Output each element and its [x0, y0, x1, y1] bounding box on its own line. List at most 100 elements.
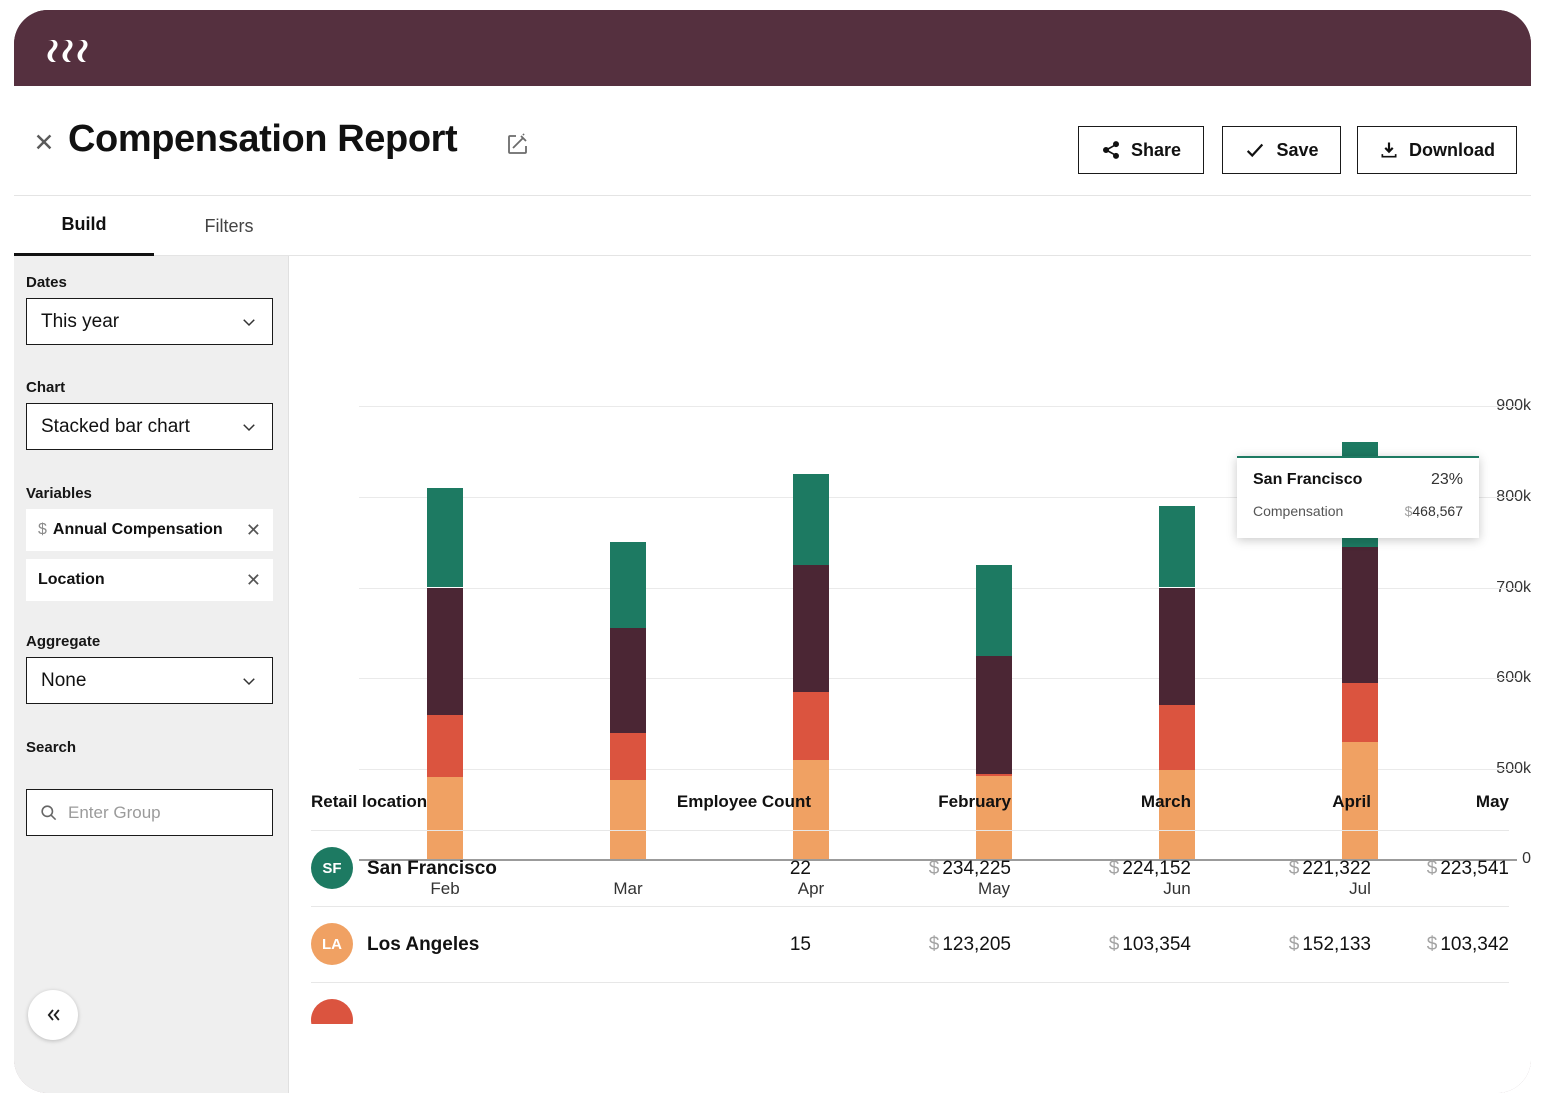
chart-type-value: Stacked bar chart: [41, 416, 190, 438]
app-top-bar: [14, 10, 1531, 86]
download-icon: [1379, 140, 1399, 160]
table-row[interactable]: SFSan Francisco22$234,225$224,152$221,32…: [311, 830, 1509, 906]
tab-filters[interactable]: Filters: [169, 196, 289, 256]
chart-bar-segment[interactable]: [793, 565, 829, 692]
chart-bar[interactable]: [793, 256, 829, 859]
data-table: Retail location Employee Count February Mar…: [311, 776, 1509, 1024]
chart-bar[interactable]: [976, 256, 1012, 859]
chart-tooltip: San Francisco 23% Compensation $468,567: [1237, 456, 1479, 538]
chart-bar-segment[interactable]: [1159, 588, 1195, 706]
chart-bar-segment[interactable]: [427, 715, 463, 778]
close-icon[interactable]: ✕: [30, 130, 58, 158]
table-row[interactable]: [311, 982, 1509, 1024]
table-column-header[interactable]: Retail location: [311, 792, 427, 812]
chart-bar-segment[interactable]: [1342, 547, 1378, 683]
close-icon[interactable]: ✕: [246, 520, 261, 541]
chart-bar-segment[interactable]: [610, 628, 646, 732]
build-sidebar: Dates This year Chart Stacked bar chart …: [14, 256, 289, 1093]
sidebar-collapse-button[interactable]: [28, 990, 78, 1040]
tooltip-title: San Francisco: [1253, 471, 1362, 489]
tooltip-metric-label: Compensation: [1253, 503, 1343, 519]
table-row[interactable]: LALos Angeles15$123,205$103,354$152,133$…: [311, 906, 1509, 982]
table-cell-location: San Francisco: [367, 858, 497, 880]
tooltip-amount: 468,567: [1412, 503, 1463, 519]
chart-bar-segment[interactable]: [1342, 683, 1378, 742]
variables-label: Variables: [26, 485, 92, 502]
chart-bar-segment[interactable]: [610, 542, 646, 628]
chevron-down-icon: [240, 418, 258, 436]
close-icon[interactable]: ✕: [246, 570, 261, 591]
dates-select[interactable]: This year: [26, 298, 273, 345]
dollar-icon: $: [1427, 858, 1438, 879]
dollar-icon: $: [1289, 934, 1300, 955]
dollar-icon: $: [929, 858, 940, 879]
table-column-header[interactable]: Employee Count: [677, 792, 811, 812]
check-icon: [1244, 139, 1266, 161]
chevron-down-icon: [240, 672, 258, 690]
tooltip-value: $468,567: [1405, 503, 1463, 519]
aggregate-value: None: [41, 670, 86, 692]
group-search-input[interactable]: Enter Group: [26, 789, 273, 836]
table-column-header[interactable]: April: [1332, 792, 1371, 812]
table-column-header[interactable]: March: [1141, 792, 1191, 812]
chart-bar-segment[interactable]: [1159, 705, 1195, 769]
dollar-icon: $: [38, 521, 47, 539]
table-cell-value: 15: [790, 934, 811, 956]
tab-filters-label: Filters: [205, 216, 254, 237]
table-header-row: Retail location Employee Count February Mar…: [311, 776, 1509, 830]
variable-chip-label: Annual Compensation: [53, 521, 223, 539]
table-cell-value: 22: [790, 858, 811, 880]
chart-bar-segment[interactable]: [793, 692, 829, 760]
aggregate-label: Aggregate: [26, 633, 100, 650]
dollar-icon: $: [1109, 858, 1120, 879]
chart-bar[interactable]: [610, 256, 646, 859]
chart-bar-segment[interactable]: [427, 588, 463, 715]
share-button[interactable]: Share: [1078, 126, 1204, 174]
report-header: ✕ Compensation Report Share Save: [14, 86, 1531, 196]
dollar-icon: $: [929, 934, 940, 955]
dollar-icon: $: [1109, 934, 1120, 955]
chevrons-left-icon: [43, 1005, 63, 1025]
chart-bar-segment[interactable]: [610, 733, 646, 780]
tab-build[interactable]: Build: [14, 196, 154, 256]
table-column-header[interactable]: February: [938, 792, 1011, 812]
chart-bar-segment[interactable]: [427, 488, 463, 588]
dates-label: Dates: [26, 274, 67, 291]
save-button-label: Save: [1276, 140, 1318, 161]
tooltip-percent: 23%: [1431, 471, 1463, 489]
chart-bar[interactable]: [427, 256, 463, 859]
avatar: SF: [311, 847, 353, 889]
report-content: 900k800k700k600k500k0FebMarAprMayJunJul …: [289, 256, 1531, 1093]
chevron-down-icon: [240, 313, 258, 331]
app-surface: ✕ Compensation Report Share Save: [14, 86, 1531, 1093]
save-button[interactable]: Save: [1222, 126, 1341, 174]
dates-value: This year: [41, 311, 119, 333]
chart-bar-segment[interactable]: [793, 474, 829, 565]
chart-bar[interactable]: [1342, 256, 1378, 859]
table-cell-value: $223,541: [1427, 858, 1509, 880]
variable-chip-annual-compensation[interactable]: $ Annual Compensation ✕: [26, 509, 273, 551]
table-cell-value: $123,205: [929, 934, 1011, 956]
download-button[interactable]: Download: [1357, 126, 1517, 174]
avatar: [311, 999, 353, 1024]
share-icon: [1101, 140, 1121, 160]
variable-chip-label: Location: [38, 571, 105, 589]
table-column-header[interactable]: May: [1476, 792, 1509, 812]
chart-bar-segment[interactable]: [976, 656, 1012, 774]
table-cell-value: $152,133: [1289, 934, 1371, 956]
variable-chip-location[interactable]: Location ✕: [26, 559, 273, 601]
table-cell-value: $234,225: [929, 858, 1011, 880]
group-search-label: Search: [26, 739, 76, 756]
share-button-label: Share: [1131, 140, 1181, 161]
chart-bar[interactable]: [1159, 256, 1195, 859]
tab-strip: Build Filters Search for values...: [14, 196, 1531, 256]
edit-pencil-icon[interactable]: [506, 132, 530, 156]
chart-bar-segment[interactable]: [976, 565, 1012, 656]
chart-label: Chart: [26, 379, 65, 396]
aggregate-select[interactable]: None: [26, 657, 273, 704]
chart-bar-segment[interactable]: [1159, 506, 1195, 588]
chart-type-select[interactable]: Stacked bar chart: [26, 403, 273, 450]
page-title: Compensation Report: [68, 118, 457, 161]
dollar-icon: $: [1289, 858, 1300, 879]
search-icon: [39, 803, 58, 822]
